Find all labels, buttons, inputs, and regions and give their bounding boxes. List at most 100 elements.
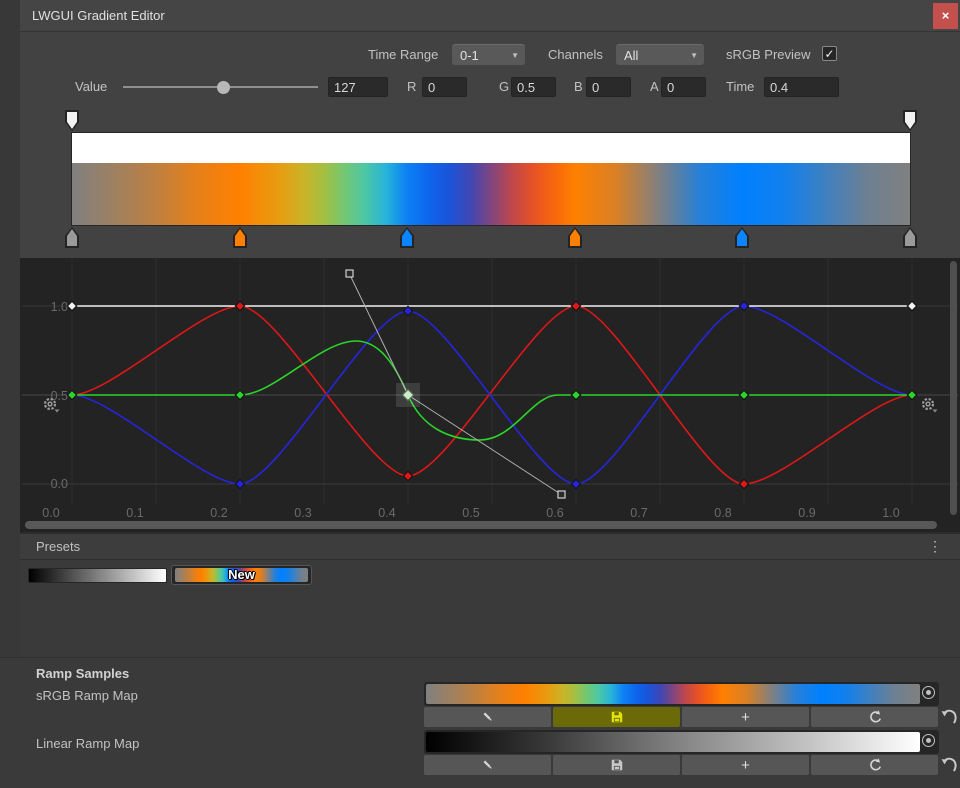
time-label: Time — [726, 77, 754, 97]
close-button[interactable]: × — [933, 3, 958, 29]
x-tick: 0.6 — [546, 506, 563, 520]
time-input[interactable]: 0.4 — [764, 77, 839, 97]
y-tick: 0.0 — [51, 477, 68, 491]
preset-swatch-blackwhite[interactable] — [28, 568, 167, 583]
value-label: Value — [75, 77, 107, 97]
linear-add-button[interactable]: + — [682, 755, 809, 775]
time-range-value: 0-1 — [460, 48, 479, 63]
channels-dropdown[interactable]: All ▼ — [616, 44, 704, 65]
gradient-preview[interactable] — [71, 132, 911, 226]
r-label: R — [407, 77, 416, 97]
presets-header: Presets — [36, 534, 80, 559]
x-tick: 0.2 — [210, 506, 227, 520]
y-axis-ticks: 1.0 0.5 0.0 — [51, 300, 68, 491]
curve-key-point — [235, 479, 244, 488]
linear-edit-button[interactable] — [424, 755, 551, 775]
target-dot — [926, 738, 931, 743]
linear-refresh-button[interactable] — [811, 755, 938, 775]
preset-new-label: New — [171, 565, 312, 585]
x-tick: 0.0 — [42, 506, 59, 520]
srgb-add-button[interactable]: + — [682, 707, 809, 727]
refresh-icon — [867, 709, 883, 725]
vertical-scrollbar[interactable] — [950, 261, 957, 515]
curve-key-point — [571, 301, 580, 310]
color-key-color — [905, 229, 915, 246]
srgb-save-button[interactable] — [553, 707, 680, 727]
srgb-ramp-label: sRGB Ramp Map — [36, 688, 138, 704]
right-gear-icon[interactable] — [923, 399, 938, 413]
curve-key-point — [739, 390, 748, 399]
a-input[interactable]: 0 — [661, 77, 706, 97]
left-strip — [0, 0, 20, 658]
undo-icon — [940, 753, 958, 775]
a-label: A — [650, 77, 659, 97]
linear-ramp-label: Linear Ramp Map — [36, 736, 139, 752]
channels-value: All — [624, 48, 638, 63]
x-tick: 0.7 — [630, 506, 647, 520]
alpha-strip — [72, 133, 910, 163]
curve-key-point — [739, 479, 748, 488]
curve-key-point — [739, 301, 748, 310]
g-label: G — [499, 77, 509, 97]
linear-revert-button[interactable] — [940, 753, 958, 775]
horizontal-scrollbar[interactable] — [25, 521, 937, 529]
alpha-key-color — [67, 112, 77, 129]
gradient-editor-window: LWGUI Gradient Editor × Time Range 0-1 ▼… — [0, 0, 960, 788]
chevron-down-icon: ▼ — [511, 45, 519, 66]
curve-key-point — [235, 390, 244, 399]
g-input[interactable]: 0.5 — [511, 77, 556, 97]
floppy-icon — [610, 758, 624, 772]
color-key-color — [67, 229, 77, 246]
tangent-handle-in[interactable] — [346, 270, 353, 277]
ramp-target-icon[interactable] — [922, 734, 935, 747]
color-key-color — [235, 229, 245, 246]
ramp-samples-header: Ramp Samples — [36, 666, 129, 682]
curve-key-point — [235, 301, 244, 310]
tangent-handle-out[interactable] — [558, 491, 565, 498]
pencil-icon — [480, 709, 496, 725]
srgb-ramp-gradient — [426, 684, 920, 704]
linear-ramp-preview[interactable] — [424, 730, 939, 754]
srgb-preview-checkbox[interactable]: ✓ — [822, 46, 837, 61]
value-input[interactable]: 127 — [328, 77, 388, 97]
x-tick: 0.5 — [462, 506, 479, 520]
srgb-ramp-preview[interactable] — [424, 682, 939, 706]
channels-label: Channels — [548, 44, 603, 65]
undo-icon — [940, 705, 958, 727]
x-tick: 0.1 — [126, 506, 143, 520]
presets-menu-icon[interactable]: ⋮ — [928, 534, 942, 559]
x-tick: 0.9 — [798, 506, 815, 520]
color-key-color — [402, 229, 412, 246]
curve-key-point — [403, 471, 412, 480]
target-dot — [926, 690, 931, 695]
curve-key-point — [907, 301, 916, 310]
floppy-icon — [610, 710, 624, 724]
y-tick: 0.5 — [51, 389, 68, 403]
x-tick: 0.3 — [294, 506, 311, 520]
refresh-icon — [867, 757, 883, 773]
curve-key-point — [571, 390, 580, 399]
x-tick: 1.0 — [882, 506, 899, 520]
srgb-preview-label: sRGB Preview — [726, 44, 811, 65]
color-key-color — [570, 229, 580, 246]
y-tick: 1.0 — [51, 300, 68, 314]
srgb-refresh-button[interactable] — [811, 707, 938, 727]
ramp-target-icon[interactable] — [922, 686, 935, 699]
chevron-down-icon: ▼ — [690, 45, 698, 66]
linear-save-button[interactable] — [553, 755, 680, 775]
pencil-icon — [480, 757, 496, 773]
curve-key-point — [67, 301, 76, 310]
window-title: LWGUI Gradient Editor — [32, 0, 165, 32]
b-input[interactable]: 0 — [586, 77, 631, 97]
value-slider-knob[interactable] — [217, 81, 230, 94]
curve-key-point — [67, 390, 76, 399]
srgb-revert-button[interactable] — [940, 705, 958, 727]
r-input[interactable]: 0 — [422, 77, 467, 97]
curve-editor[interactable]: 1.0 0.5 0.0 0.0 0.1 0.2 0.3 0.4 0.5 0.6 … — [22, 258, 958, 532]
x-axis-ticks: 0.0 0.1 0.2 0.3 0.4 0.5 0.6 0.7 0.8 0.9 … — [42, 506, 899, 520]
srgb-edit-button[interactable] — [424, 707, 551, 727]
x-tick: 0.8 — [714, 506, 731, 520]
curve-key-point — [907, 390, 916, 399]
b-label: B — [574, 77, 583, 97]
time-range-dropdown[interactable]: 0-1 ▼ — [452, 44, 525, 65]
